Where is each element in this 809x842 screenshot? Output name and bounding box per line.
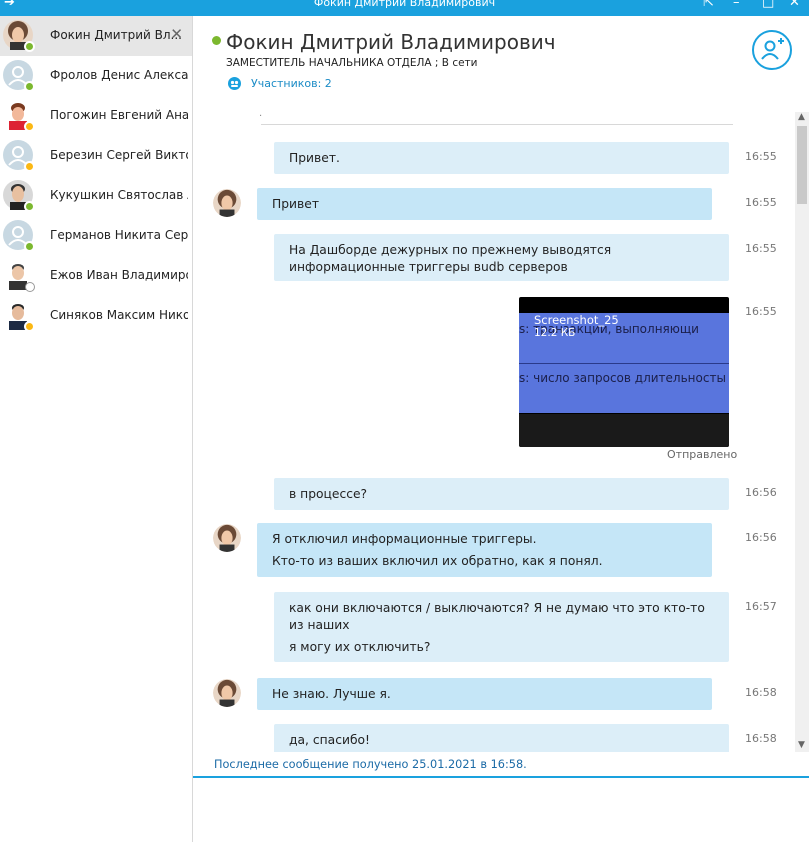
scroll-up-icon[interactable]: ▲ bbox=[798, 112, 805, 122]
chat-scrollbar[interactable]: ▲ ▼ bbox=[795, 112, 809, 752]
preview-text: s: число запросов длительносты bbox=[519, 371, 726, 385]
message-time: 16:58 bbox=[745, 732, 777, 745]
window-titlebar: ➔ Фокин Дмитрий Владимирович ⇱ – □ ✕ bbox=[0, 0, 809, 16]
contact-item[interactable]: Погожин Евгений Анат... bbox=[0, 96, 192, 136]
message-time: 16:55 bbox=[745, 242, 777, 255]
contact-item[interactable]: Ежов Иван Владимиро... bbox=[0, 256, 192, 296]
contact-item[interactable]: Германов Никита Серг... bbox=[0, 216, 192, 256]
avatar bbox=[213, 679, 241, 707]
delivery-status: Отправлено bbox=[667, 448, 738, 461]
divider-dot: . bbox=[259, 108, 263, 119]
contact-name: Погожин Евгений Анат... bbox=[50, 108, 188, 122]
avatar bbox=[3, 180, 35, 212]
status-away-icon bbox=[24, 121, 35, 132]
status-away-icon bbox=[24, 321, 35, 332]
divider bbox=[261, 124, 733, 125]
message-time: 16:55 bbox=[745, 305, 777, 318]
message-time: 16:58 bbox=[745, 686, 777, 699]
avatar bbox=[213, 524, 241, 552]
popout-icon[interactable]: ⇱ bbox=[703, 0, 714, 10]
avatar bbox=[3, 260, 35, 292]
message-input[interactable] bbox=[193, 778, 809, 842]
avatar bbox=[3, 20, 35, 52]
avatar bbox=[213, 189, 241, 217]
contact-subtitle: ЗАМЕСТИТЕЛЬ НАЧАЛЬНИКА ОТДЕЛА ; В сети bbox=[226, 57, 478, 69]
message-history: . Привет. 16:55 Привет 16:55 На Дашборде… bbox=[193, 102, 809, 752]
preview-rule bbox=[519, 363, 729, 364]
status-online-icon bbox=[24, 41, 35, 52]
message-bubble[interactable]: Привет. bbox=[274, 142, 729, 174]
conversation-header: Фокин Дмитрий Владимирович ЗАМЕСТИТЕЛЬ Н… bbox=[193, 16, 809, 102]
attachment-name: Screenshot_25 bbox=[534, 313, 619, 327]
contact-name: Фролов Денис Александ... bbox=[50, 68, 188, 82]
message-bubble[interactable]: Привет bbox=[257, 188, 712, 220]
avatar bbox=[3, 140, 35, 172]
message-text: Кто-то из ваших включил их обратно, как … bbox=[272, 554, 603, 568]
message-text: как они включаются / выключаются? Я не д… bbox=[289, 601, 705, 632]
status-online-icon bbox=[212, 36, 221, 45]
message-text: Я отключил информационные триггеры. bbox=[272, 532, 537, 546]
message-time: 16:55 bbox=[745, 150, 777, 163]
message-text: Привет. bbox=[289, 151, 340, 165]
maximize-icon[interactable]: □ bbox=[762, 0, 774, 10]
contact-name: Березин Сергей Виктор... bbox=[50, 148, 188, 162]
message-bubble[interactable]: Я отключил информационные триггеры. Кто-… bbox=[257, 523, 712, 577]
avatar bbox=[3, 220, 35, 252]
avatar bbox=[3, 60, 35, 92]
avatar bbox=[3, 300, 35, 332]
avatar bbox=[3, 100, 35, 132]
status-online-icon bbox=[24, 201, 35, 212]
status-online-icon bbox=[24, 81, 35, 92]
message-bubble[interactable]: На Дашборде дежурных по прежнему выводят… bbox=[274, 234, 729, 281]
message-time: 16:56 bbox=[745, 531, 777, 544]
last-message-notice: Последнее сообщение получено 25.01.2021 … bbox=[214, 758, 527, 771]
add-participant-button[interactable] bbox=[752, 30, 792, 70]
status-away-icon bbox=[24, 161, 35, 172]
contact-item[interactable]: Березин Сергей Виктор... bbox=[0, 136, 192, 176]
attachment-size: 12.2 КБ bbox=[534, 327, 576, 339]
contact-list: Фокин Дмитрий Вл... ✕ Фролов Денис Алекс… bbox=[0, 16, 193, 842]
attachment-footer bbox=[519, 414, 729, 447]
add-person-icon bbox=[761, 38, 784, 60]
window-title: Фокин Дмитрий Владимирович bbox=[313, 0, 496, 9]
participants-icon[interactable] bbox=[228, 77, 241, 90]
message-bubble[interactable]: да, спасибо! bbox=[274, 724, 729, 752]
scroll-thumb[interactable] bbox=[797, 126, 807, 204]
contact-item[interactable]: Фролов Денис Александ... bbox=[0, 56, 192, 96]
close-conversation-icon[interactable]: ✕ bbox=[170, 25, 183, 43]
message-time: 16:55 bbox=[745, 196, 777, 209]
contact-name: Синяков Максим Нико... bbox=[50, 308, 188, 322]
contact-name: Ежов Иван Владимиро... bbox=[50, 268, 188, 282]
message-time: 16:57 bbox=[745, 600, 777, 613]
contact-item[interactable]: Синяков Максим Нико... bbox=[0, 296, 192, 336]
contact-name: Фокин Дмитрий Вл... bbox=[50, 28, 182, 42]
message-text: да, спасибо! bbox=[289, 733, 370, 747]
contact-item[interactable]: Фокин Дмитрий Вл... ✕ bbox=[0, 16, 192, 56]
scroll-down-icon[interactable]: ▼ bbox=[798, 740, 805, 750]
close-icon[interactable]: ✕ bbox=[789, 0, 800, 10]
message-text: я могу их отключить? bbox=[289, 640, 431, 654]
message-time: 16:56 bbox=[745, 486, 777, 499]
contact-item[interactable]: Кукушкин Святослав А... bbox=[0, 176, 192, 216]
contact-name: Германов Никита Серг... bbox=[50, 228, 188, 242]
contact-title: Фокин Дмитрий Владимирович bbox=[226, 30, 556, 54]
message-text: На Дашборде дежурных по прежнему выводят… bbox=[289, 243, 612, 274]
status-online-icon bbox=[24, 241, 35, 252]
message-bubble[interactable]: Не знаю. Лучше я. bbox=[257, 678, 712, 710]
message-bubble[interactable]: в процессе? bbox=[274, 478, 729, 510]
message-text: в процессе? bbox=[289, 487, 368, 501]
message-bubble[interactable]: как они включаются / выключаются? Я не д… bbox=[274, 592, 729, 662]
screenshot-attachment[interactable]: s: транзакции, выполняющи s: число запро… bbox=[519, 297, 729, 447]
message-text: Не знаю. Лучше я. bbox=[272, 687, 391, 701]
participants-link[interactable]: Участников: 2 bbox=[251, 77, 332, 90]
contact-name: Кукушкин Святослав А... bbox=[50, 188, 188, 202]
status-offline-icon bbox=[25, 282, 35, 292]
minimize-icon[interactable]: – bbox=[733, 0, 740, 10]
message-text: Привет bbox=[272, 197, 320, 211]
